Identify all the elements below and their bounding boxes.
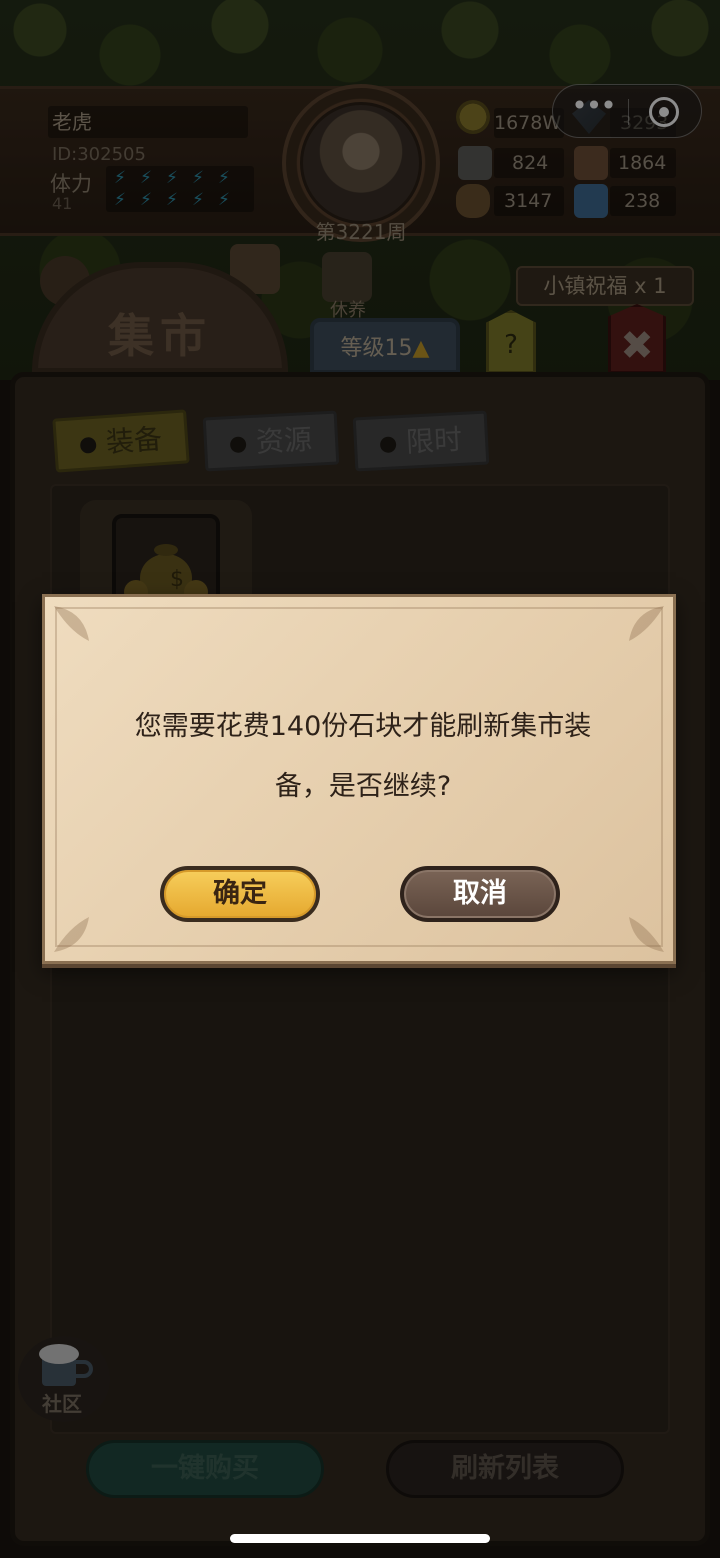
confirm-button[interactable]: 确定 — [160, 866, 320, 922]
ornament-corner-icon — [629, 606, 664, 641]
ornament-corner-icon — [629, 917, 664, 952]
home-indicator[interactable] — [230, 1534, 490, 1543]
dialog-message: 您需要花费140份石块才能刷新集市装备，是否继续? — [134, 711, 592, 802]
ornament-corner-icon — [54, 606, 89, 641]
confirm-dialog: 您需要花费140份石块才能刷新集市装备，是否继续? — [42, 594, 676, 964]
ornament-corner-icon — [54, 917, 89, 952]
cancel-button[interactable]: 取消 — [400, 866, 560, 922]
